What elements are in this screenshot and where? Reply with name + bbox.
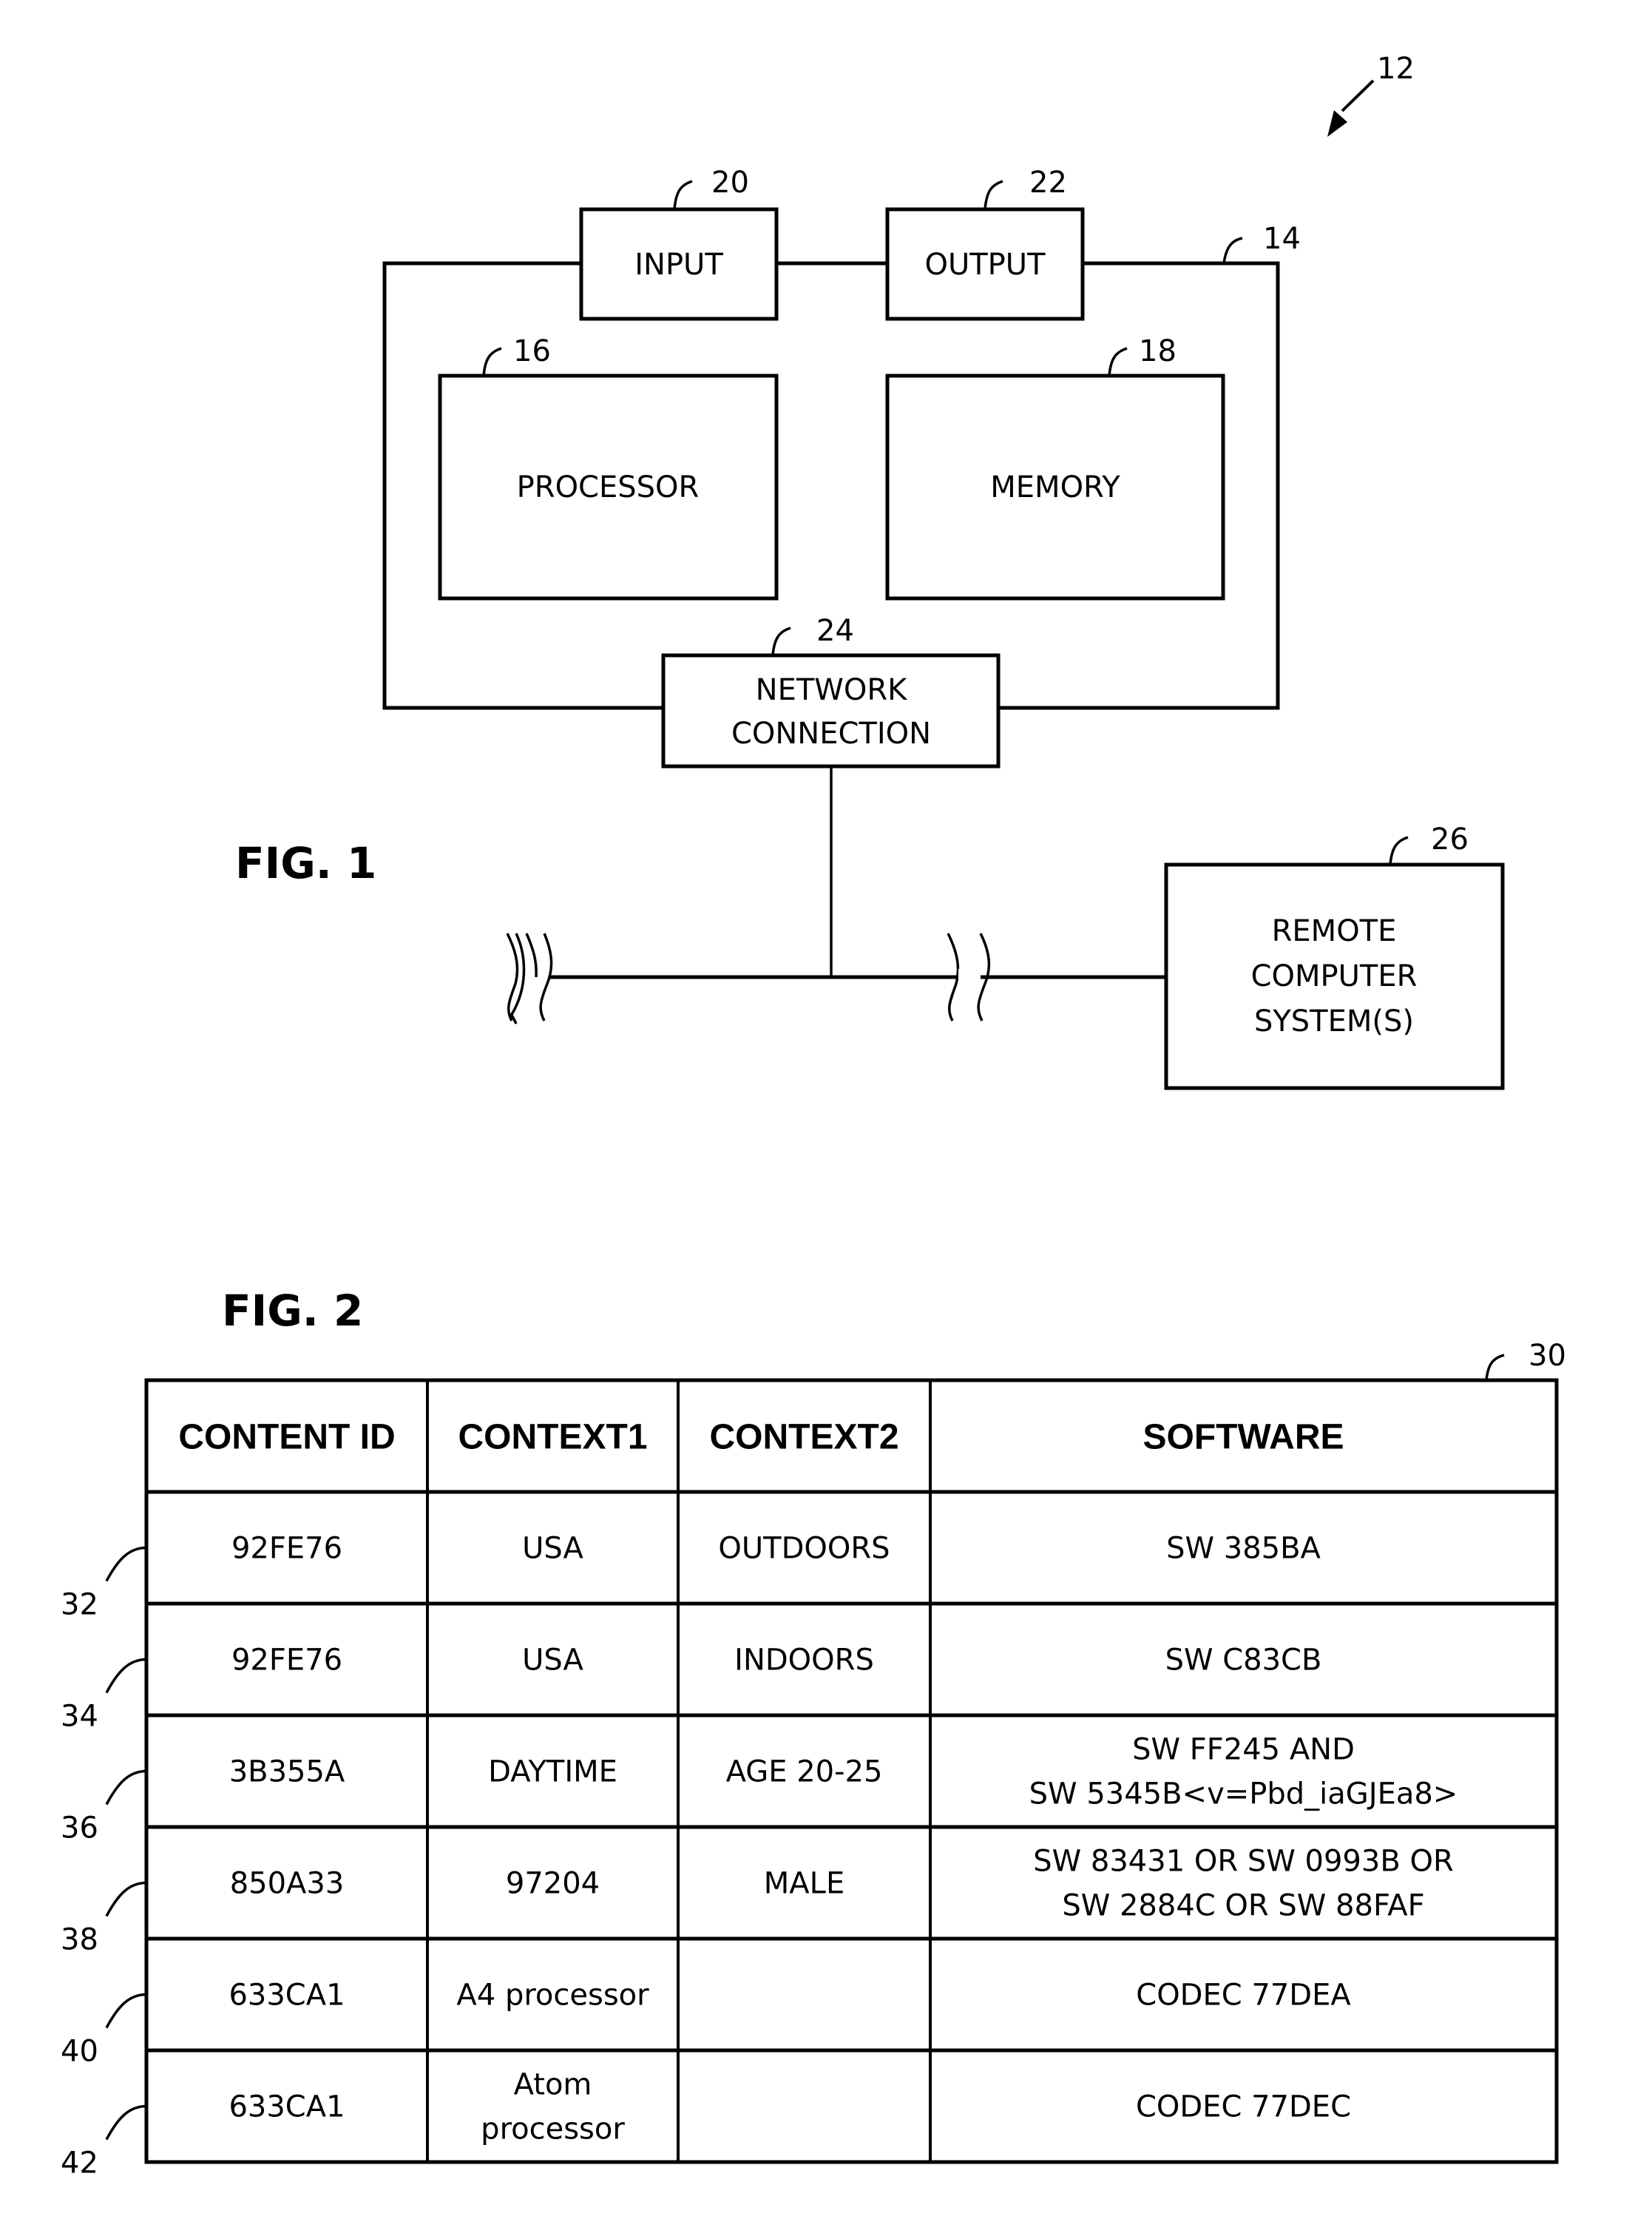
row-leader-line [105, 2104, 147, 2141]
cell-software: SW C83CB [1165, 1644, 1322, 1678]
cell-content-id: 92FE76 [231, 1532, 342, 1566]
system-ref-label: 12 [1377, 52, 1415, 86]
output-block: OUTPUT 22 [885, 166, 1085, 321]
row-leader-line [105, 1658, 147, 1694]
network-ref-label: 24 [816, 614, 854, 648]
cell-software: SW 5345B<v=Pbd_iaGJEa8> [1029, 1777, 1458, 1811]
cell-context2: OUTDOORS [718, 1532, 890, 1566]
cell-context2: AGE 20-25 [726, 1755, 883, 1789]
processor-label: PROCESSOR [517, 470, 700, 504]
remote-ref-label: 26 [1431, 823, 1469, 857]
cell-context1: USA [522, 1644, 583, 1678]
row-leader-line [105, 1546, 147, 1582]
input-block: INPUT 20 [579, 166, 779, 321]
cell-software: SW 2884C OR SW 88FAF [1062, 1889, 1424, 1923]
row-leader-line [105, 1769, 147, 1806]
remote-label-line3: SYSTEM(S) [1254, 1004, 1414, 1038]
cell-content-id: 633CA1 [228, 1979, 345, 2013]
fig2: FIG. 2 30 CONTENT ID CONTEXT1 CONTEXT2 SOFT… [61, 1286, 1566, 2181]
row-ref-label: 40 [61, 2035, 98, 2069]
cell-software: CODEC 77DEC [1136, 2090, 1351, 2124]
cell-context1: 97204 [506, 1867, 600, 1901]
fig1-title: FIG. 1 [235, 838, 376, 888]
cell-context1: Atom [514, 2068, 592, 2102]
remote-label-line1: REMOTE [1272, 914, 1397, 948]
network-bus [506, 766, 1168, 1024]
network-leader-line [771, 626, 791, 656]
table-row: 92FE76 USA OUTDOORS SW 385BA 32 [61, 1532, 1321, 1622]
cell-context1: A4 processor [456, 1979, 649, 2013]
frame-leader-line [1222, 237, 1243, 264]
remote-label-line2: COMPUTER [1251, 959, 1418, 993]
cell-context2: MALE [764, 1867, 844, 1901]
frame-ref-label: 14 [1263, 222, 1301, 256]
cell-software: SW 385BA [1166, 1532, 1321, 1566]
column-header: CONTENT ID [178, 1418, 395, 1457]
input-leader-line [673, 180, 693, 210]
cell-context2: INDOORS [734, 1644, 874, 1678]
cell-context1: processor [481, 2112, 625, 2147]
remote-computer-block: REMOTE COMPUTER SYSTEM(S) 26 [1164, 823, 1505, 1090]
column-header: SOFTWARE [1143, 1418, 1344, 1457]
system-reference-arrow: 12 [1327, 52, 1415, 137]
remote-leader-line [1389, 836, 1409, 865]
table-leader-line [1485, 1354, 1505, 1381]
arrow-shaft [1341, 79, 1375, 112]
memory-ref-label: 18 [1139, 334, 1177, 368]
row-leader-line [105, 1881, 147, 1917]
network-label-line1: NETWORK [756, 673, 908, 707]
network-connection-block: NETWORK CONNECTION 24 [661, 614, 1001, 769]
table-row: 92FE76 USA INDOORS SW C83CB 34 [61, 1644, 1321, 1734]
patent-drawing-sheet: 12 14 INPUT 20 OUTPUT 22 PROCESSOR 16 ME… [61, 52, 1566, 2181]
row-ref-label: 38 [61, 1923, 98, 1957]
processor-block: PROCESSOR 16 [438, 334, 779, 601]
input-ref-label: 20 [711, 166, 749, 200]
cell-content-id: 633CA1 [228, 2090, 345, 2124]
memory-label: MEMORY [990, 470, 1120, 504]
processor-ref-label: 16 [513, 334, 551, 368]
cell-software: SW FF245 AND [1132, 1733, 1355, 1767]
output-ref-label: 22 [1029, 166, 1067, 200]
network-label-line2: CONNECTION [731, 717, 931, 751]
row-ref-label: 42 [61, 2147, 98, 2181]
table-row: 633CA1 A4 processor CODEC 77DEA 40 [61, 1979, 1351, 2069]
column-header: CONTEXT1 [458, 1418, 647, 1457]
fig1: 12 14 INPUT 20 OUTPUT 22 PROCESSOR 16 ME… [235, 52, 1505, 1090]
output-leader-line [984, 180, 1003, 210]
bus-break-left-c-icon [539, 933, 553, 1021]
cell-context1: DAYTIME [488, 1755, 617, 1789]
cell-content-id: 850A33 [230, 1867, 345, 1901]
cell-software: SW 83431 OR SW 0993B OR [1033, 1845, 1454, 1879]
cell-software: CODEC 77DEA [1136, 1979, 1351, 2013]
table-ref-label: 30 [1529, 1339, 1566, 1373]
row-ref-label: 36 [61, 1811, 98, 1845]
arrow-head-icon [1327, 110, 1347, 137]
output-label: OUTPUT [924, 248, 1046, 282]
table-header-row: CONTENT ID CONTEXT1 CONTEXT2 SOFTWARE [178, 1418, 1344, 1457]
processor-leader-line [482, 347, 502, 376]
bus-break-left-a-icon [525, 933, 538, 978]
fig2-title: FIG. 2 [222, 1286, 363, 1336]
row-ref-label: 32 [61, 1588, 98, 1622]
memory-block: MEMORY 18 [885, 334, 1225, 601]
bus-gap [958, 969, 981, 985]
content-software-table: CONTENT ID CONTEXT1 CONTEXT2 SOFTWARE 92FE76… [61, 1378, 1559, 2181]
row-ref-label: 34 [61, 1700, 98, 1734]
column-header: CONTEXT2 [709, 1418, 898, 1457]
input-label: INPUT [634, 248, 723, 282]
row-leader-line [105, 1993, 147, 2029]
memory-leader-line [1108, 347, 1128, 376]
cell-context1: USA [522, 1532, 583, 1566]
cell-content-id: 3B355A [229, 1755, 345, 1789]
cell-content-id: 92FE76 [231, 1644, 342, 1678]
